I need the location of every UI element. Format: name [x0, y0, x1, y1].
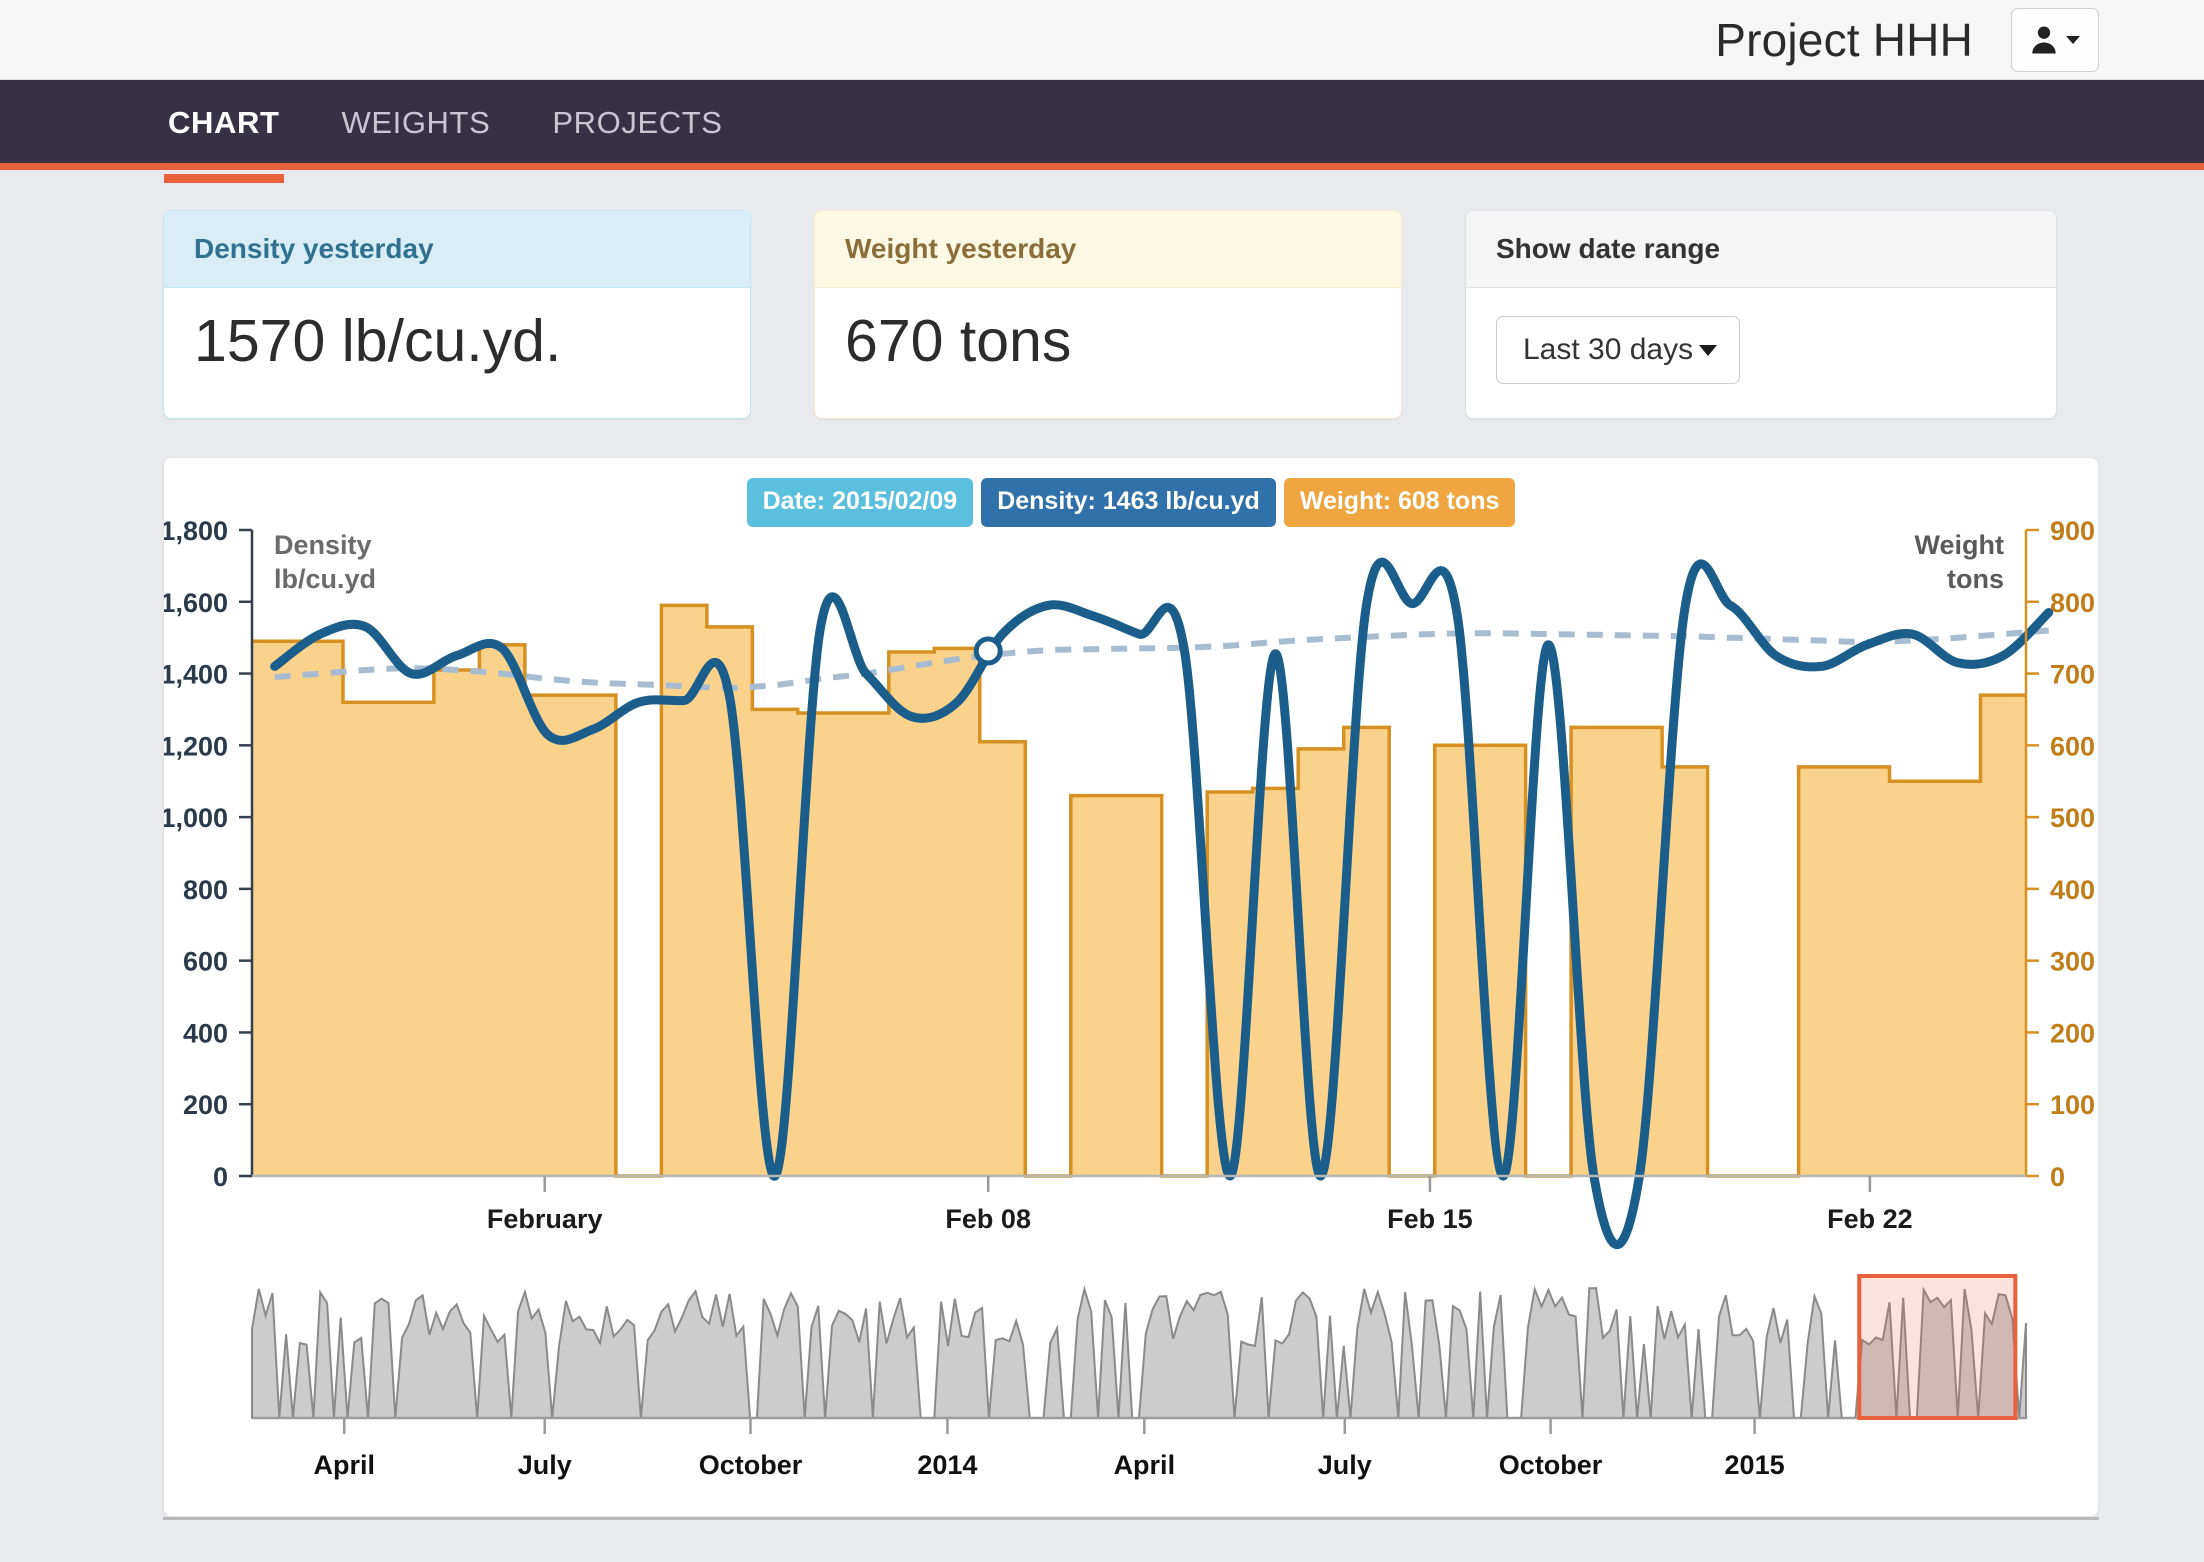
- y2-axis-title: Weight: [1915, 530, 2005, 560]
- navigator-x-tick-label: April: [313, 1450, 375, 1480]
- navigator-x-tick-label: 2014: [917, 1450, 977, 1480]
- y-tick-label: 1,000: [164, 803, 228, 833]
- y-tick-label: 400: [183, 1018, 228, 1048]
- y2-tick-label: 400: [2050, 875, 2095, 905]
- weight-area: [252, 605, 2026, 1176]
- date-range-selected-label: Last 30 days: [1523, 333, 1694, 366]
- x-tick-label: Feb 22: [1827, 1204, 1913, 1234]
- y2-tick-label: 800: [2050, 588, 2095, 618]
- y2-tick-label: 200: [2050, 1018, 2095, 1048]
- y2-tick-label: 600: [2050, 731, 2095, 761]
- tab-projects[interactable]: PROJECTS: [552, 79, 722, 171]
- y-tick-label: 1,200: [164, 731, 228, 761]
- y2-tick-label: 700: [2050, 660, 2095, 690]
- chart-panel: Date: 2015/02/09 Density: 1463 lb/cu.yd …: [163, 457, 2099, 1517]
- date-range-card-title: Show date range: [1466, 211, 2056, 288]
- y2-tick-label: 300: [2050, 947, 2095, 977]
- user-menu-button[interactable]: [2011, 7, 2099, 72]
- tooltip-date: Date: 2015/02/09: [746, 478, 974, 527]
- weight-value: 670 tons: [845, 308, 1072, 374]
- x-tick-label: Feb 15: [1387, 1204, 1473, 1234]
- density-card-body: 1570 lb/cu.yd.: [164, 288, 750, 410]
- navigator-selection: [1857, 1274, 2018, 1420]
- y-tick-label: 200: [183, 1090, 228, 1120]
- caret-down-icon: [2064, 33, 2082, 47]
- navigator-x-tick-label: October: [699, 1450, 803, 1480]
- hover-marker: [973, 636, 1003, 666]
- chevron-down-icon: [1699, 344, 1718, 356]
- navigator-x-tick-label: April: [1114, 1450, 1176, 1480]
- y2-tick-label: 100: [2050, 1090, 2095, 1120]
- y-axis-title: lb/cu.yd: [274, 564, 376, 594]
- navigator-series: [251, 1285, 2027, 1419]
- chart-tooltip: Date: 2015/02/09 Density: 1463 lb/cu.yd …: [164, 478, 2098, 527]
- density-value: 1570 lb/cu.yd.: [194, 308, 562, 374]
- x-tick-label: February: [487, 1204, 603, 1234]
- y-axis-title: Density: [274, 530, 372, 560]
- x-tick-label: Feb 08: [945, 1204, 1031, 1234]
- nav-accent-bar: [0, 163, 2204, 170]
- tab-chart[interactable]: CHART: [164, 79, 283, 183]
- navigator-x-tick-label: October: [1499, 1450, 1603, 1480]
- tab-weights[interactable]: WEIGHTS: [342, 79, 491, 171]
- y-tick-label: 800: [183, 875, 228, 905]
- main-navigation: CHART WEIGHTS PROJECTS: [0, 79, 2204, 183]
- weight-card-title: Weight yesterday: [815, 211, 1401, 288]
- y-tick-label: 600: [183, 947, 228, 977]
- density-card-title: Density yesterday: [164, 211, 750, 288]
- navigator-x-tick-label: 2015: [1725, 1450, 1785, 1480]
- y-tick-label: 1,600: [164, 588, 228, 618]
- y2-tick-label: 0: [2050, 1162, 2065, 1192]
- tooltip-density: Density: 1463 lb/cu.yd: [981, 478, 1276, 527]
- page-divider: [163, 1517, 2099, 1520]
- density-weight-chart[interactable]: 02004006008001,0001,2001,4001,6001,80001…: [164, 458, 2098, 1516]
- y-tick-label: 1,400: [164, 660, 228, 690]
- y2-tick-label: 500: [2050, 803, 2095, 833]
- date-range-dropdown[interactable]: Last 30 days: [1496, 316, 1741, 384]
- navigator-x-tick-label: July: [518, 1450, 572, 1480]
- weight-card: Weight yesterday 670 tons: [814, 210, 1402, 419]
- summary-cards: Density yesterday 1570 lb/cu.yd. Weight …: [0, 170, 2204, 419]
- user-icon: [2029, 24, 2059, 56]
- density-card: Density yesterday 1570 lb/cu.yd.: [163, 210, 751, 419]
- tooltip-weight: Weight: 608 tons: [1283, 478, 1516, 527]
- weight-card-body: 670 tons: [815, 288, 1401, 410]
- y-tick-label: 0: [213, 1162, 228, 1192]
- date-range-card-body: Last 30 days: [1466, 288, 2056, 418]
- navigator-x-tick-label: July: [1318, 1450, 1372, 1480]
- page-title: Project HHH: [1715, 13, 1973, 66]
- date-range-card: Show date range Last 30 days: [1465, 210, 2057, 419]
- y2-axis-title: tons: [1947, 564, 2004, 594]
- app-page: Project HHH CHART WEIGHTS PROJECTS Densi…: [0, 0, 2204, 1562]
- top-bar: Project HHH: [0, 0, 2204, 80]
